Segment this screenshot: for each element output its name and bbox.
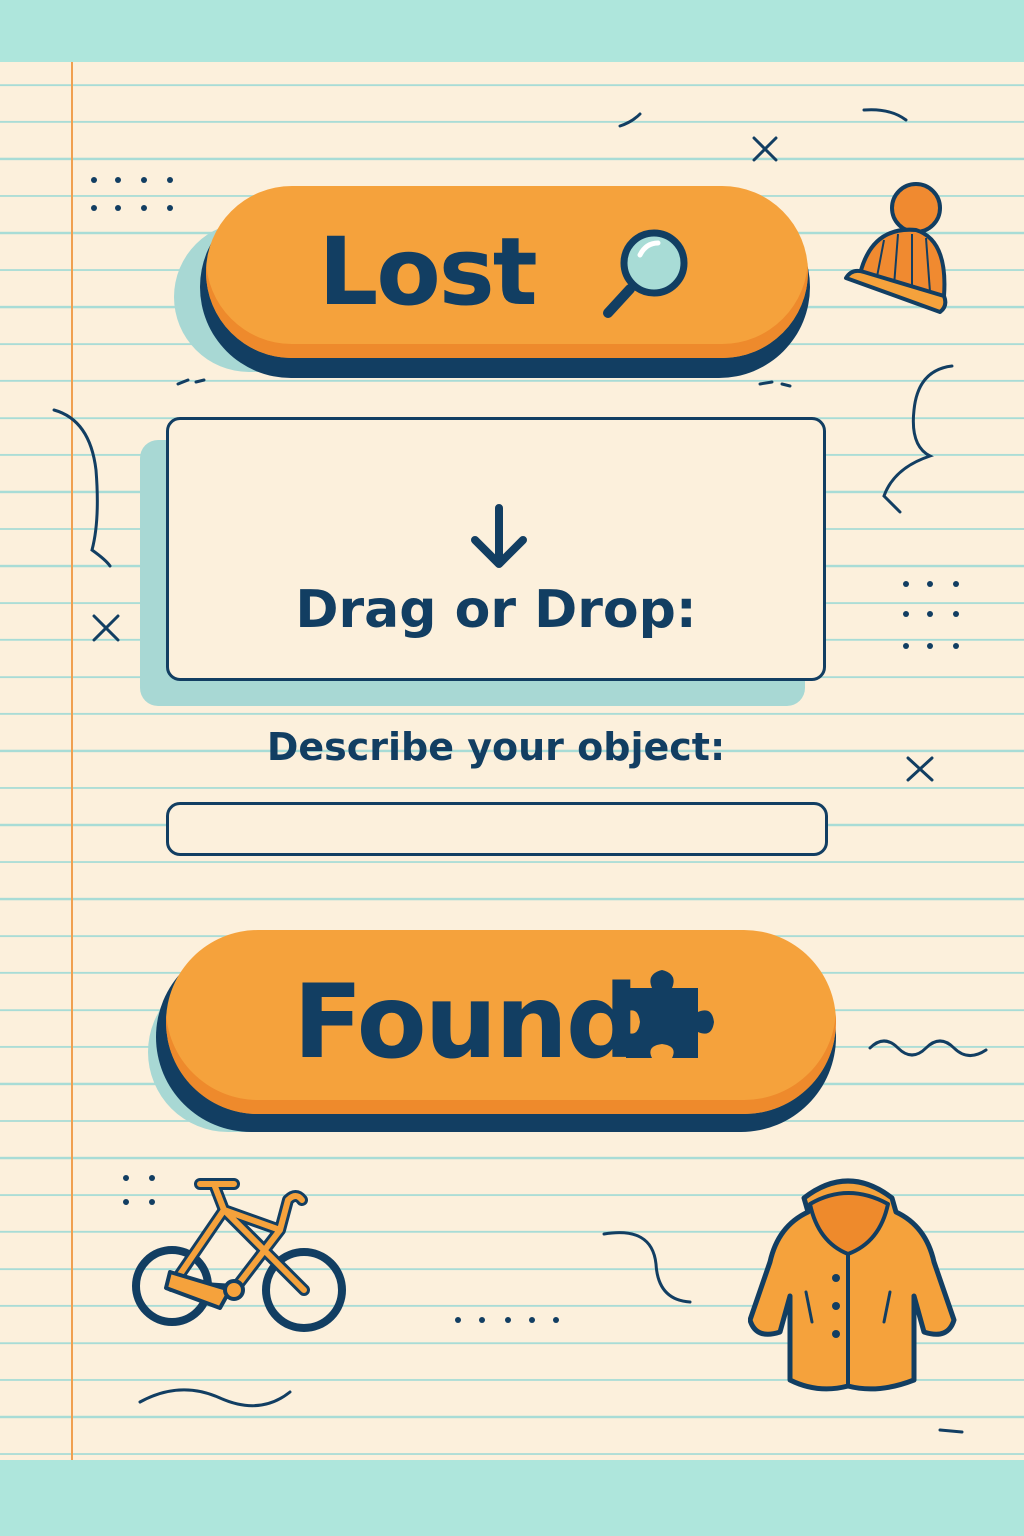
- puzzle-piece-icon: [626, 970, 714, 1058]
- file-dropzone[interactable]: Drag or Drop:: [166, 417, 826, 681]
- lost-button[interactable]: Lost: [170, 184, 820, 394]
- found-button[interactable]: Found: [148, 930, 848, 1142]
- down-arrow-icon: [471, 504, 527, 568]
- object-description-input[interactable]: [166, 802, 828, 856]
- raincoat-icon: [748, 1178, 957, 1392]
- lost-button-label: Lost: [318, 217, 537, 327]
- beanie-hat-icon: [844, 182, 948, 314]
- magnifying-glass-icon: [602, 229, 688, 318]
- describe-label: Describe your object:: [266, 725, 726, 769]
- dropzone-label: Drag or Drop:: [295, 580, 697, 640]
- bicycle-icon: [132, 1178, 346, 1332]
- found-button-label: Found: [293, 962, 639, 1082]
